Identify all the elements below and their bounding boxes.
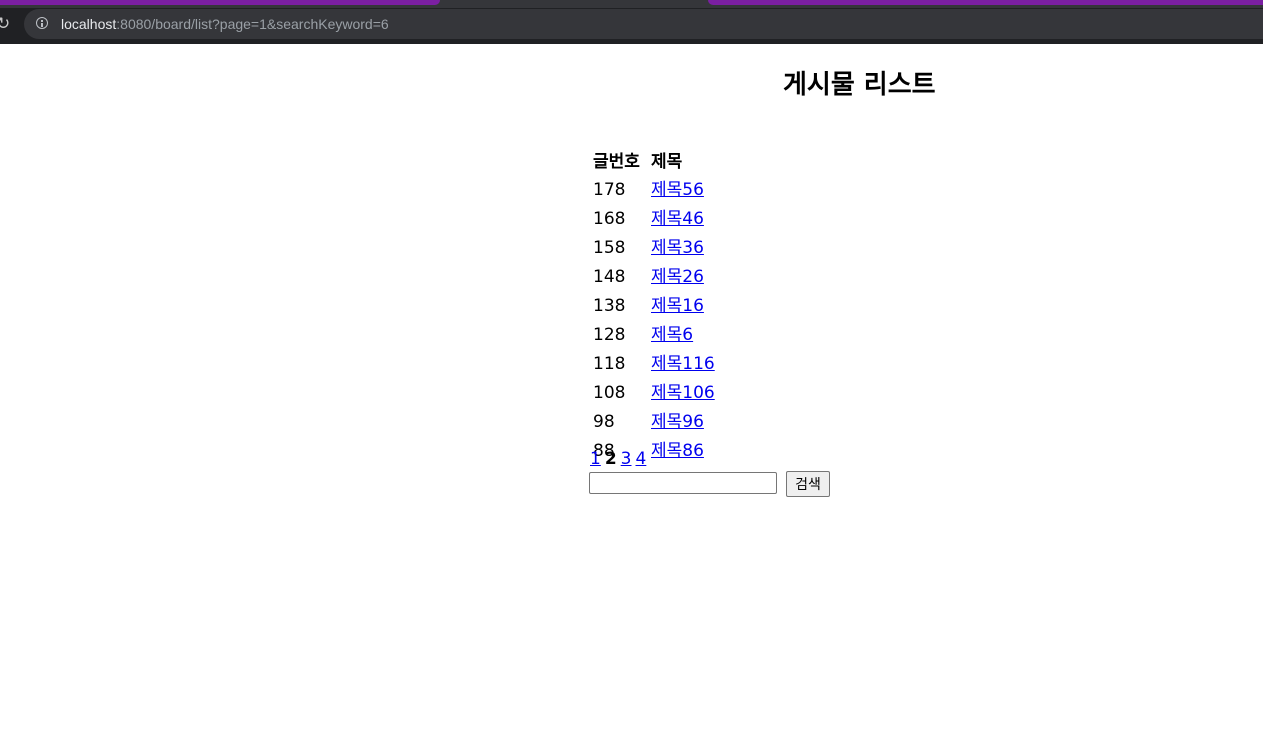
table-row: 148 제목26	[592, 264, 716, 291]
table-row: 128 제목6	[592, 322, 716, 349]
post-title-cell: 제목36	[650, 235, 716, 262]
post-number: 178	[593, 180, 626, 200]
post-number: 158	[593, 238, 626, 258]
page-link[interactable]: 1	[590, 449, 601, 469]
post-title-cell: 제목6	[650, 322, 716, 349]
table-row: 108 제목106	[592, 380, 716, 407]
post-number: 108	[593, 383, 626, 403]
post-number: 118	[593, 354, 626, 374]
post-number: 168	[593, 209, 626, 229]
post-title-link[interactable]: 제목26	[651, 267, 704, 287]
url-path: :8080/board/list?page=1&searchKeyword=6	[116, 16, 389, 32]
search-form: 검색	[589, 471, 830, 497]
page-link[interactable]: 3	[621, 449, 632, 469]
post-number: 138	[593, 296, 626, 316]
post-number: 148	[593, 267, 626, 287]
address-bar[interactable]: localhost:8080/board/list?page=1&searchK…	[24, 9, 1263, 39]
post-title-cell: 제목26	[650, 264, 716, 291]
post-title-cell: 제목106	[650, 380, 716, 407]
browser-tab[interactable]	[0, 0, 440, 5]
table-row: 98 제목96	[592, 409, 716, 436]
table-row: 178 제목56	[592, 177, 716, 204]
post-title-link[interactable]: 제목6	[651, 325, 693, 345]
post-title-link[interactable]: 제목16	[651, 296, 704, 316]
post-title-link[interactable]: 제목86	[651, 441, 704, 461]
post-number: 128	[593, 325, 626, 345]
post-number: 98	[593, 412, 615, 432]
url-text[interactable]: localhost:8080/board/list?page=1&searchK…	[61, 15, 389, 33]
search-input[interactable]	[589, 472, 777, 494]
post-title-cell: 제목96	[650, 409, 716, 436]
post-title-link[interactable]: 제목56	[651, 180, 704, 200]
post-title-link[interactable]: 제목106	[651, 383, 715, 403]
table-row: 118 제목116	[592, 351, 716, 378]
page-content: 게시물 리스트 글번호 제목 178 제목56 168 제목46 158 제목36 148 제…	[0, 44, 1263, 733]
page-title: 게시물 리스트	[783, 70, 936, 100]
post-title-cell: 제목46	[650, 206, 716, 233]
table-body: 178 제목56 168 제목46 158 제목36 148 제목26 138 제목16 128 제목…	[592, 177, 716, 465]
page-link[interactable]: 4	[636, 449, 647, 469]
table-header-row: 글번호 제목	[592, 149, 716, 175]
table-row: 158 제목36	[592, 235, 716, 262]
search-button[interactable]: 검색	[786, 471, 830, 497]
post-title-link[interactable]: 제목36	[651, 238, 704, 258]
table-row: 168 제목46	[592, 206, 716, 233]
page-current: 2	[604, 449, 617, 469]
post-title-cell: 제목116	[650, 351, 716, 378]
url-host: localhost	[61, 16, 117, 32]
post-title-link[interactable]: 제목96	[651, 412, 704, 432]
board-table: 글번호 제목 178 제목56 168 제목46 158 제목36 148 제목26 138 제목…	[590, 147, 718, 467]
info-icon[interactable]	[36, 17, 48, 29]
post-title-link[interactable]: 제목116	[651, 354, 715, 374]
column-header-number: 글번호	[593, 152, 640, 172]
post-title-cell: 제목56	[650, 177, 716, 204]
table-row: 138 제목16	[592, 293, 716, 320]
tab-strip	[0, 0, 1263, 8]
post-title-cell: 제목86	[650, 438, 716, 465]
reload-icon[interactable]: ↻	[0, 14, 10, 34]
browser-chrome: ↻ localhost:8080/board/list?page=1&searc…	[0, 0, 1263, 44]
browser-tab[interactable]	[708, 0, 1263, 5]
post-title-link[interactable]: 제목46	[651, 209, 704, 229]
post-title-cell: 제목16	[650, 293, 716, 320]
pagination: 1234	[590, 447, 650, 471]
column-header-title: 제목	[651, 152, 683, 172]
